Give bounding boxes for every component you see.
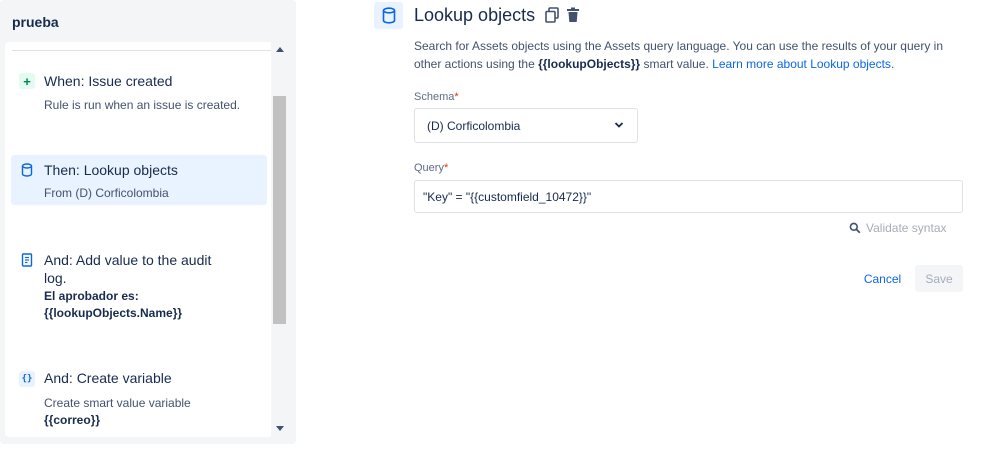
step-title: When: Issue created (44, 73, 173, 89)
trash-icon[interactable] (566, 7, 580, 23)
step-audit-log[interactable]: And: Add value to the audit log. El apro… (11, 245, 267, 329)
description-period: . (890, 57, 895, 71)
database-icon (19, 162, 35, 178)
schema-select-value: (D) Corficolombia (427, 119, 521, 133)
step-title-line1: And: Add value to the audit (44, 252, 212, 268)
copy-icon[interactable] (545, 7, 559, 23)
step-title: Then: Lookup objects (44, 162, 178, 178)
braces-icon: {} (19, 371, 35, 387)
schema-label-text: Schema (414, 91, 455, 103)
step-description: Create smart value variable (44, 396, 191, 410)
chevron-down-icon (614, 122, 624, 128)
search-icon (849, 222, 861, 234)
description-text-2: smart value. (640, 57, 713, 71)
save-button[interactable]: Save (915, 265, 963, 292)
query-label-text: Query (414, 162, 444, 174)
plus-icon: + (19, 73, 35, 89)
required-mark: * (443, 162, 449, 174)
step-description: From (D) Corficolombia (44, 186, 169, 200)
required-mark: * (454, 91, 459, 103)
divider (12, 50, 271, 51)
step-description: Rule is run when an issue is created. (44, 98, 241, 112)
query-label: Query* (414, 162, 448, 174)
step-title: And: Create variable (44, 370, 172, 386)
step-create-variable[interactable]: {} And: Create variable Create smart val… (11, 362, 267, 432)
step-variable-value: {{correo}} (44, 413, 101, 427)
audit-log-icon (19, 252, 35, 268)
schema-select[interactable]: (D) Corficolombia (414, 108, 638, 143)
validate-syntax-label: Validate syntax (866, 221, 947, 235)
rule-sidebar: prueba + When: Issue created Rule is run… (0, 0, 296, 444)
scroll-down-arrow-icon[interactable] (276, 426, 284, 431)
steps-scrollbar[interactable] (271, 42, 288, 437)
step-description-line2: {{lookupObjects.Name}} (44, 306, 183, 320)
step-description-line1: El aprobador es: (44, 289, 139, 303)
query-input[interactable] (414, 180, 963, 213)
learn-more-link[interactable]: Learn more about Lookup objects (712, 57, 891, 71)
cancel-button[interactable]: Cancel (855, 266, 910, 292)
panel-description: Search for Assets objects using the Asse… (414, 37, 969, 73)
rule-steps-list: + When: Issue created Rule is run when a… (5, 42, 271, 437)
schema-label: Schema* (414, 91, 459, 103)
scroll-up-arrow-icon[interactable] (276, 47, 284, 52)
database-icon (374, 2, 403, 29)
validate-syntax-button[interactable]: Validate syntax (849, 220, 947, 236)
step-issue-created[interactable]: + When: Issue created Rule is run when a… (11, 64, 267, 124)
rule-name: prueba (12, 14, 59, 30)
step-title-line2: log. (44, 270, 67, 286)
smart-value-text: {{lookupObjects}} (538, 57, 641, 71)
step-lookup-objects[interactable]: Then: Lookup objects From (D) Corficolom… (11, 155, 267, 205)
scroll-thumb[interactable] (273, 96, 286, 324)
panel-title: Lookup objects (414, 5, 536, 25)
